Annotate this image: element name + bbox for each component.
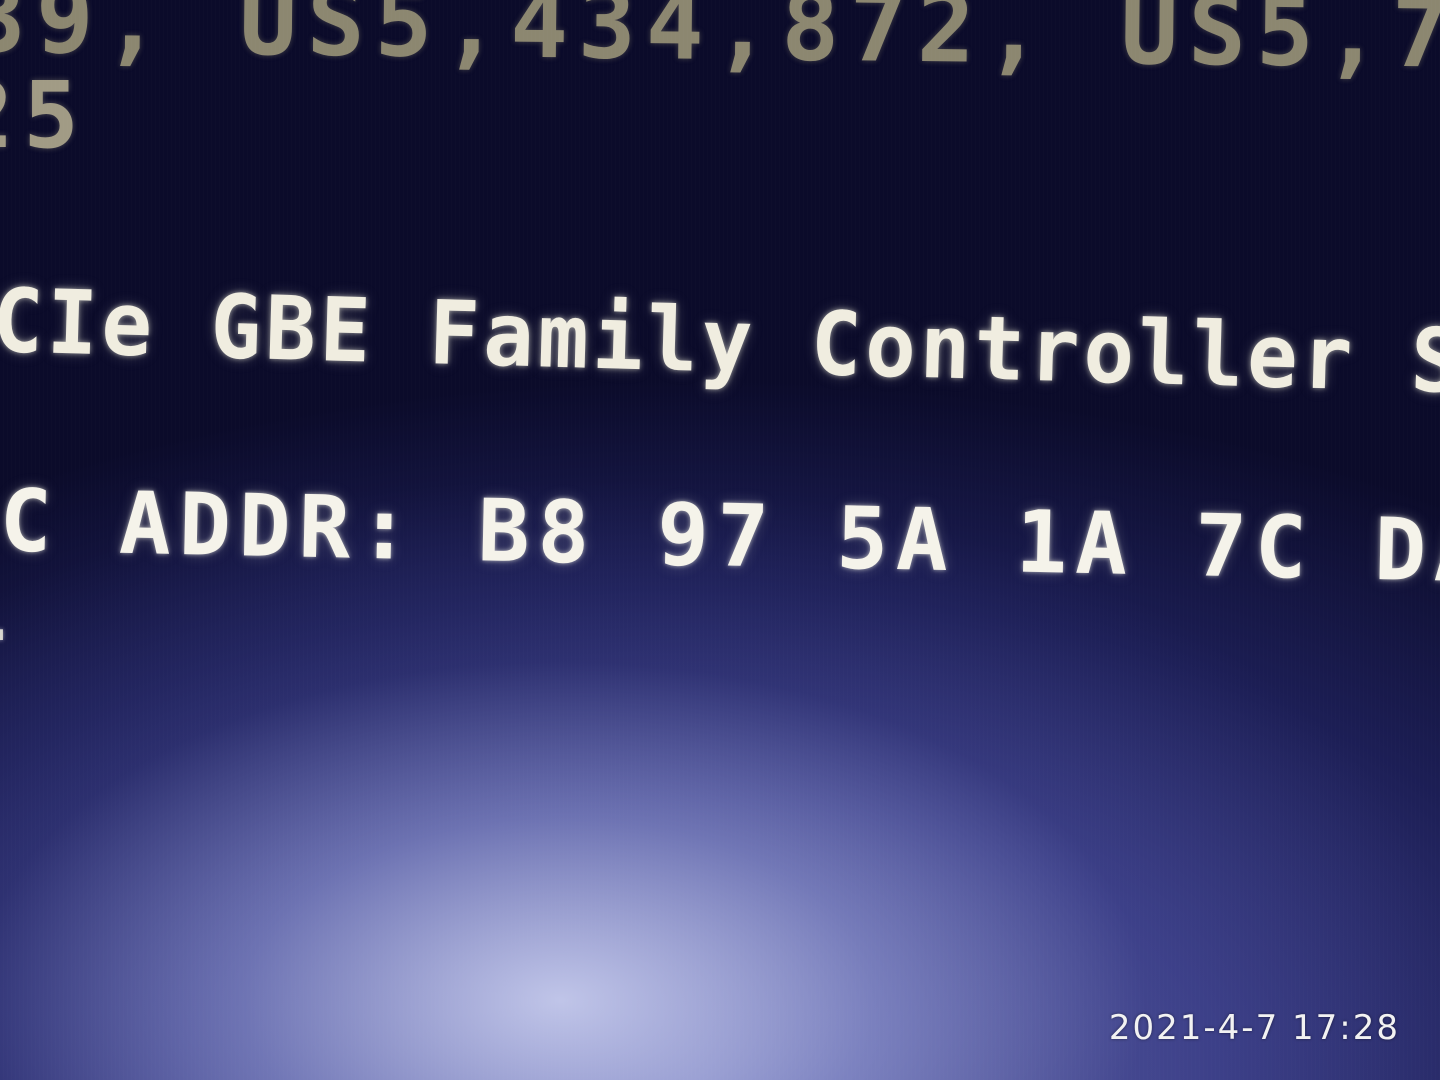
- photo-timestamp: 2021-4-7 17:28: [1108, 1008, 1400, 1048]
- controller-name-line: PCIe GBE Family Controller S: [0, 267, 1440, 414]
- cursor-fragment: .: [0, 585, 16, 655]
- mac-address-line: AC ADDR: B8 97 5A 1A 7C DA (: [0, 470, 1440, 605]
- patent-numbers-continuation: 25: [0, 62, 89, 169]
- monitor-screen: 39, US5,434,872, US5,732,0 25 PCIe GBE F…: [0, 0, 1440, 1080]
- patent-numbers-line: 39, US5,434,872, US5,732,0: [0, 0, 1440, 93]
